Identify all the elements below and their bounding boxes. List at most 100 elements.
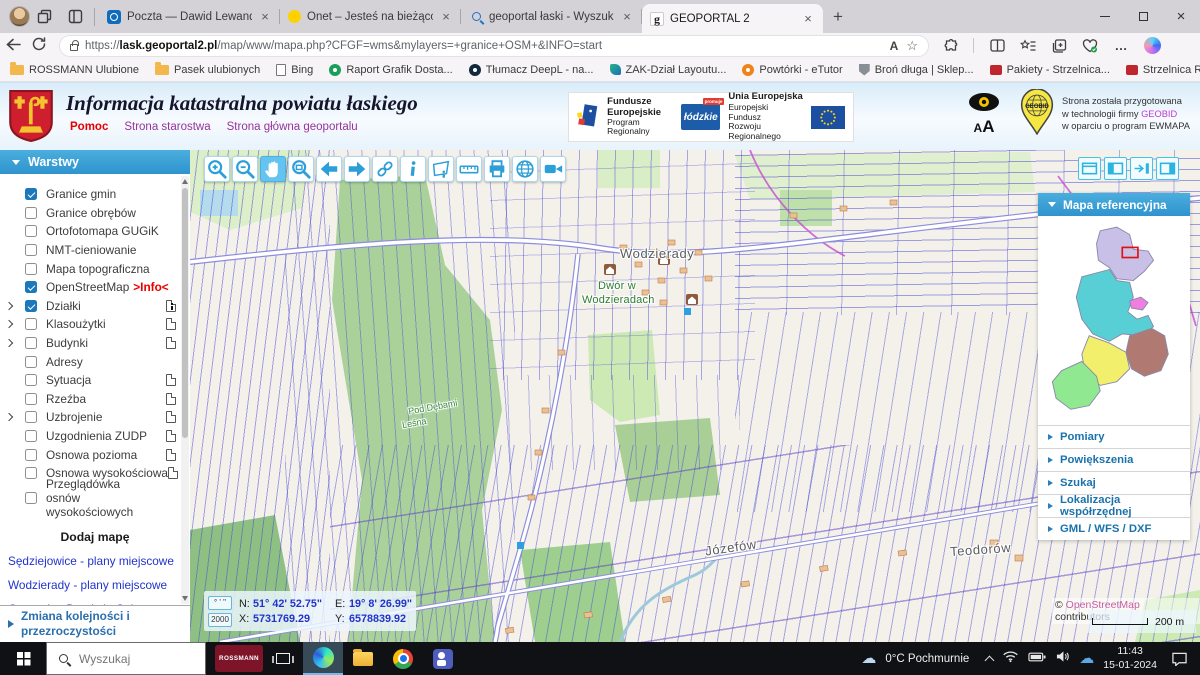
layer-row[interactable]: Uzbrojenie [0,408,190,427]
layer-checkbox[interactable] [25,188,37,200]
scroll-down-icon[interactable] [182,596,188,601]
refresh-icon[interactable] [26,37,52,54]
read-aloud-icon[interactable]: A [890,39,899,53]
layers-panel-header[interactable]: Warstwy [0,150,190,174]
layer-checkbox[interactable] [25,393,37,405]
layer-row[interactable]: Przeglądówka osnów wysokościowych [0,483,190,514]
tab-close-icon[interactable]: × [439,9,453,24]
tab-search[interactable]: geoportal łaski - Wyszukaj × [461,0,642,33]
settings-more-icon[interactable]: … [1113,38,1129,54]
layer-checkbox[interactable] [25,225,37,237]
layer-row[interactable]: Budynki [0,334,190,353]
teams-taskbar-button[interactable] [423,642,463,675]
legend-doc-icon[interactable] [166,411,176,423]
expand-icon[interactable] [5,339,13,347]
legend-doc-icon[interactable] [166,337,176,349]
layer-row[interactable]: Granice obrębów [0,204,190,223]
next-view-button[interactable] [344,156,370,182]
close-button[interactable]: × [1162,0,1200,33]
layer-row[interactable]: NMT-cieniowanie [0,241,190,260]
weather-text[interactable]: 0°C Pochmurnie [885,653,969,665]
identify-button[interactable] [400,156,426,182]
reference-map-header[interactable]: Mapa referencyjna [1038,193,1190,216]
maximize-button[interactable] [1124,0,1162,33]
print-button[interactable] [484,156,510,182]
layer-row[interactable]: Osnowa pozioma [0,445,190,464]
favorite-star-icon[interactable]: ☆ [906,38,918,54]
globe-button[interactable] [512,156,538,182]
accordion-powiekszenia[interactable]: Powiększenia [1038,448,1190,471]
expand-icon[interactable] [5,320,13,328]
link-button[interactable] [372,156,398,182]
notification-center-icon[interactable] [1166,651,1192,666]
reference-map[interactable] [1038,216,1190,425]
minimize-button[interactable] [1086,0,1124,33]
tab-close-icon[interactable]: × [801,11,815,26]
scale-denominator-button[interactable]: 2000 [208,613,232,627]
legend-doc-icon[interactable] [166,430,176,442]
start-button[interactable] [0,642,46,675]
coord-format-button[interactable]: ° ' " [208,596,232,610]
layer-row[interactable]: Działki [0,297,190,316]
add-map-link[interactable]: Sędziejowice - plany miejscowe [8,554,190,568]
weather-icon[interactable]: ☁ [861,651,876,666]
bookmark-item[interactable]: Powtórki - eTutor [742,64,842,76]
pan-button[interactable] [260,156,286,182]
layer-row[interactable]: Mapa topograficzna [0,259,190,278]
legend-doc-icon[interactable] [168,467,178,479]
browser-essentials-icon[interactable] [1082,38,1098,54]
new-tab-button[interactable]: + [833,7,843,27]
legend-doc-icon[interactable] [166,300,176,312]
identify-area-button[interactable] [428,156,454,182]
tab-geoportal[interactable]: g GEOPORTAL 2 × [642,4,823,33]
profile-avatar[interactable] [9,6,30,27]
expand-icon[interactable] [5,413,13,421]
layer-checkbox[interactable] [25,300,37,312]
hidden-icons-chevron[interactable] [985,655,995,665]
layer-checkbox[interactable] [25,449,37,461]
bookmark-item[interactable]: ROSSMANN Ulubione [10,64,139,76]
volume-icon[interactable] [1055,650,1070,668]
zoom-in-button[interactable] [204,156,230,182]
bookmark-item[interactable]: Pakiety - Strzelnica... [990,64,1110,76]
layer-checkbox[interactable] [25,318,37,330]
legend-doc-icon[interactable] [166,374,176,386]
legend-doc-icon[interactable] [166,318,176,330]
collections-icon[interactable] [1051,38,1067,54]
url-field[interactable]: https://lask.geoportal2.pl/map/www/mapa.… [60,36,928,56]
layer-checkbox[interactable] [25,411,37,423]
taskbar-search[interactable] [46,642,206,675]
sidebar-scrollbar[interactable] [181,176,189,604]
link-starostwo[interactable]: Strona starostwa [124,121,210,133]
rossmann-app-button[interactable]: ROSSMANN [215,645,263,672]
tab-actions-icon[interactable] [60,4,90,30]
legend-doc-icon[interactable] [166,393,176,405]
link-pomoc[interactable]: Pomoc [70,121,108,133]
layer-checkbox[interactable] [25,207,37,219]
layer-checkbox[interactable] [25,430,37,442]
map-viewport[interactable]: Wodzierady Dwór w Wodzieradach Pod Dębam… [190,150,1200,642]
accordion-gml-wfs-dxf[interactable]: GML / WFS / DXF [1038,517,1190,540]
add-map-link[interactable]: Wodzierady - plany miejscowe [8,578,190,592]
layer-checkbox[interactable] [25,263,37,275]
edge-taskbar-button[interactable] [303,642,343,675]
camera-button[interactable] [540,156,566,182]
layer-checkbox[interactable] [25,281,37,293]
workspaces-icon[interactable] [30,4,60,30]
previous-view-button[interactable] [316,156,342,182]
copilot-icon[interactable] [1144,37,1161,54]
wifi-icon[interactable] [1002,649,1019,668]
accordion-pomiary[interactable]: Pomiary [1038,425,1190,448]
tab-poczta[interactable]: Poczta — Dawid Lewandowski — × [99,0,280,33]
bookmark-item[interactable]: ZAK-Dział Layoutu... [610,64,727,76]
scroll-thumb[interactable] [182,188,188,438]
bookmark-item[interactable]: Broń długa | Sklep... [859,64,974,76]
maximize-map-button[interactable] [1078,157,1101,180]
accessibility-control[interactable]: AA [962,91,1006,136]
task-view-button[interactable] [263,642,303,675]
layer-order-link[interactable]: Zmiana kolejności i przezroczystości [0,605,190,642]
toggle-right-panel-button[interactable] [1156,157,1179,180]
onedrive-icon[interactable]: ☁ [1079,651,1094,666]
expand-icon[interactable] [5,301,13,309]
layer-row[interactable]: Klasoużytki [0,315,190,334]
